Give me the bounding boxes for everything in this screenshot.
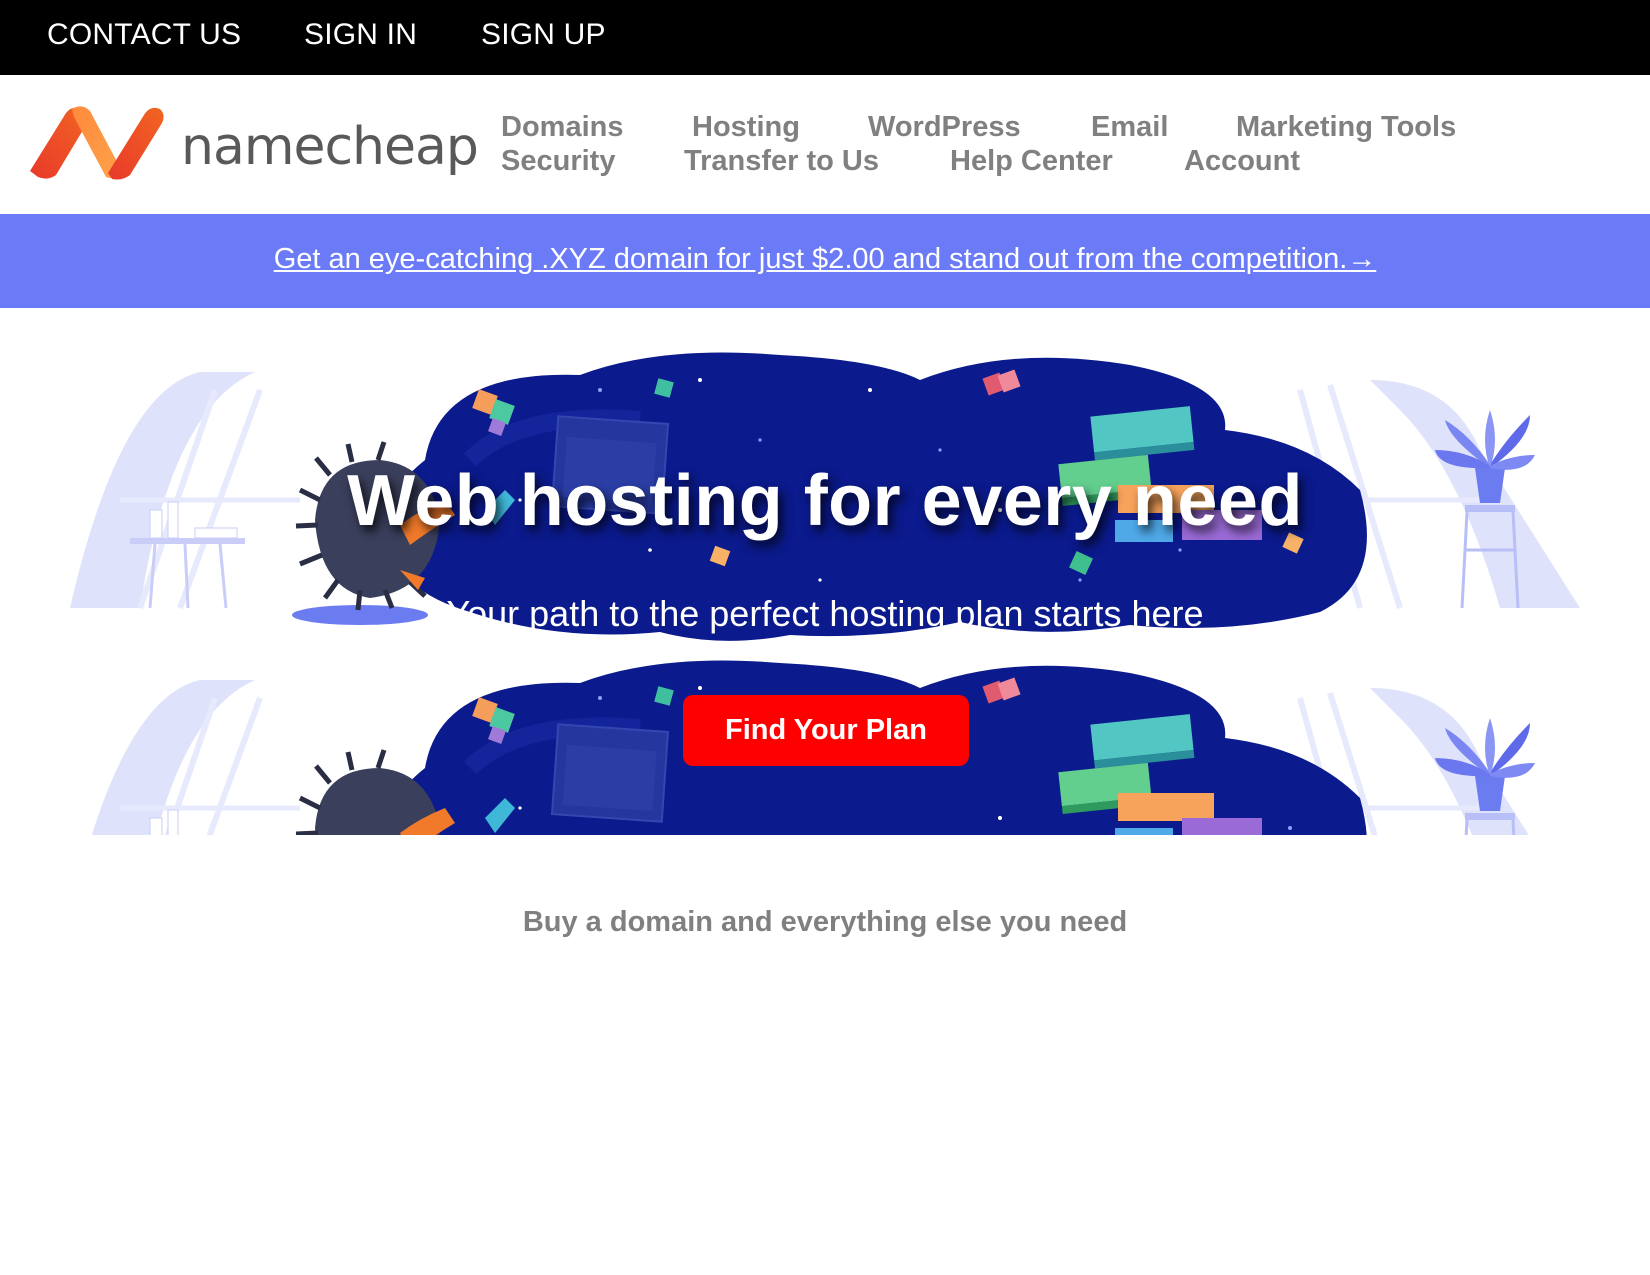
find-your-plan-button[interactable]: Find Your Plan — [683, 695, 969, 766]
nav-domains[interactable]: Domains — [501, 111, 623, 144]
hero-subtitle: Your path to the perfect hosting plan st… — [446, 593, 1204, 634]
sign-in-link[interactable]: SIGN IN — [304, 18, 417, 52]
nav-transfer-to-us[interactable]: Transfer to Us — [684, 145, 879, 178]
brand-logo[interactable]: namecheap — [26, 101, 479, 181]
contact-us-link[interactable]: CONTACT US — [47, 18, 241, 52]
nav-help-center[interactable]: Help Center — [950, 145, 1113, 178]
sign-up-link[interactable]: SIGN UP — [481, 18, 606, 52]
promo-link[interactable]: Get an eye-catching .XYZ domain for just… — [274, 243, 1377, 276]
section-title: Buy a domain and everything else you nee… — [522, 906, 1128, 938]
nav-wordpress[interactable]: WordPress — [868, 111, 1021, 144]
nav-email[interactable]: Email — [1091, 111, 1168, 144]
hero-section: Web hosting for every need Your path to … — [0, 350, 1650, 835]
site-header: namecheap Domains Hosting WordPress Emai… — [0, 75, 1650, 214]
namecheap-logo-icon — [30, 106, 164, 180]
utility-bar: CONTACT US SIGN IN SIGN UP — [0, 0, 1650, 75]
brand-wordmark: namecheap — [181, 117, 479, 177]
nav-marketing-tools[interactable]: Marketing Tools — [1236, 111, 1456, 144]
nav-security[interactable]: Security — [501, 145, 615, 178]
promo-banner: Get an eye-catching .XYZ domain for just… — [0, 214, 1650, 308]
nav-account[interactable]: Account — [1184, 145, 1300, 178]
nav-hosting[interactable]: Hosting — [692, 111, 800, 144]
hero-title: Web hosting for every need — [347, 461, 1303, 541]
